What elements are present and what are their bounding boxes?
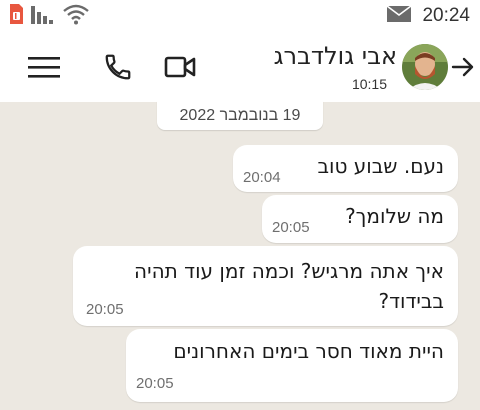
- contact-name[interactable]: אבי גולדברג: [274, 42, 397, 70]
- message-time: 20:04: [243, 169, 281, 186]
- wifi-icon: [62, 3, 90, 29]
- message-time: 20:05: [272, 219, 310, 236]
- chat-header: אבי גולדברג 10:15: [0, 32, 480, 102]
- call-icon[interactable]: [103, 52, 133, 82]
- message-text: מה שלומך?: [345, 204, 444, 228]
- message-text: איך אתה מרגיש? וכמה זמן עוד תהיה בבידוד?: [134, 256, 444, 316]
- message-bubble[interactable]: איך אתה מרגיש? וכמה זמן עוד תהיה בבידוד?…: [73, 246, 458, 326]
- message-time: 20:05: [86, 301, 124, 318]
- status-bar: 20:24: [0, 0, 480, 32]
- back-arrow-icon[interactable]: [451, 56, 475, 78]
- date-separator: 19 בנובמבר 2022: [157, 101, 323, 130]
- status-clock: 20:24: [422, 5, 470, 26]
- message-text: נעם. שבוע טוב: [317, 154, 444, 178]
- message-bubble[interactable]: נעם. שבוע טוב 20:04: [233, 145, 458, 192]
- message-text: היית מאוד חסר בימים האחרונים: [173, 339, 444, 363]
- message-bubble[interactable]: היית מאוד חסר בימים האחרונים 20:05: [126, 329, 458, 402]
- sim-card-icon: [8, 3, 24, 29]
- message-line: בבידוד?: [378, 289, 445, 313]
- message-line: איך אתה מרגיש? וכמה זמן עוד תהיה: [134, 259, 444, 283]
- avatar[interactable]: [402, 44, 448, 90]
- signal-icon: [30, 3, 56, 29]
- video-call-icon[interactable]: [163, 52, 197, 82]
- message-time: 20:05: [136, 375, 174, 392]
- message-bubble[interactable]: מה שלומך? 20:05: [262, 195, 458, 243]
- menu-icon[interactable]: [26, 52, 62, 82]
- mail-icon: [386, 4, 412, 28]
- last-seen-time: 10:15: [351, 76, 387, 92]
